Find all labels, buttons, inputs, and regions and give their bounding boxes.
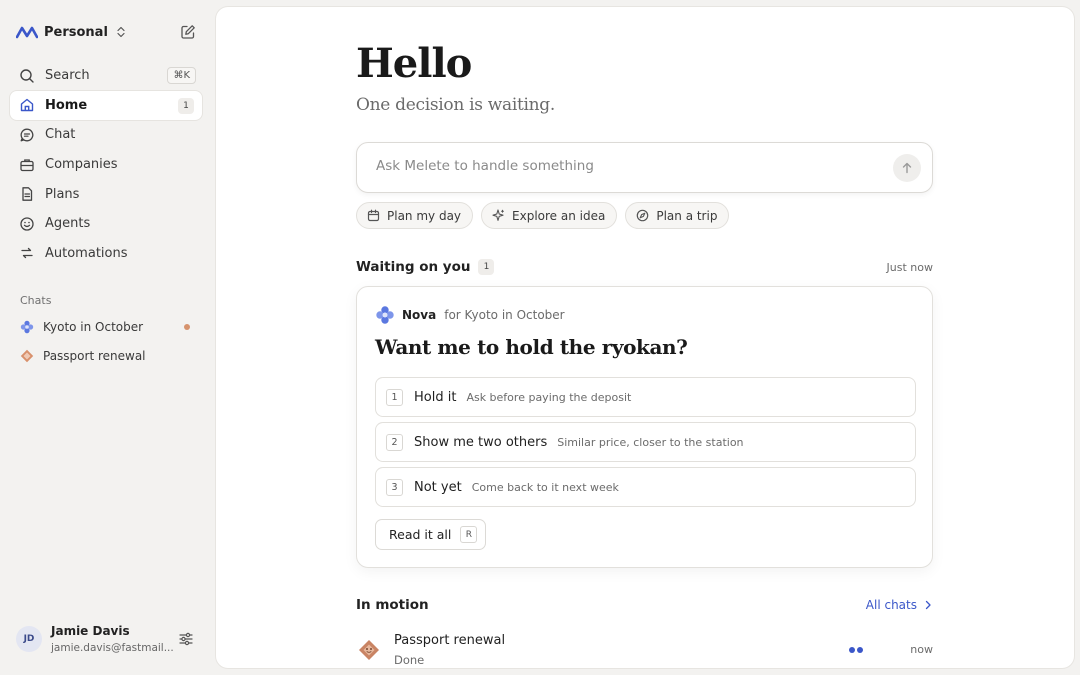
card-meta: Nova for Kyoto in October	[375, 305, 565, 325]
nav-item-label: Agents	[45, 216, 91, 232]
chevron-right-icon	[925, 600, 931, 610]
motion-row-passport[interactable]: Passport renewal Done now	[356, 631, 933, 667]
waiting-count-badge: 1	[478, 259, 495, 275]
decision-options: 1 Hold it Ask before paying the deposit …	[375, 377, 916, 512]
nav-item-label: Companies	[45, 157, 118, 173]
nova-agent-icon	[20, 320, 34, 333]
decision-card: Nova for Kyoto in October Want me to hol…	[356, 286, 933, 568]
option-label: Not yet	[414, 479, 462, 495]
chevron-up-down-icon	[117, 26, 125, 38]
chip-plan-a-trip[interactable]: Plan a trip	[625, 202, 730, 229]
nav-item-label: Chat	[45, 127, 76, 143]
chat-item-label: Kyoto in October	[43, 319, 144, 334]
nav-item-chat[interactable]: Chat	[10, 120, 202, 150]
search-icon	[20, 69, 34, 83]
card-question: Want me to hold the ryokan?	[375, 335, 688, 359]
nav-item-companies[interactable]: Companies	[10, 150, 202, 180]
in-motion-header: In motion All chats	[356, 596, 933, 614]
chip-plan-my-day[interactable]: Plan my day	[356, 202, 474, 229]
home-badge: 1	[178, 97, 194, 114]
nav-item-automations[interactable]: Automations	[10, 239, 202, 269]
card-agent-name: Nova	[402, 308, 437, 322]
profile-email: jamie.davis@fastmail...	[51, 642, 174, 654]
sidebar: Personal Search ⌘K Home 1 Chat Companies…	[0, 0, 216, 675]
home-icon	[20, 99, 34, 112]
motion-timestamp: now	[910, 643, 933, 656]
option-not-yet[interactable]: 3 Not yet Come back to it next week	[375, 467, 916, 507]
read-shortcut: R	[460, 526, 478, 543]
ask-box	[356, 142, 933, 193]
chip-label: Plan a trip	[656, 208, 718, 223]
motion-status: Done	[394, 653, 425, 667]
option-label: Show me two others	[414, 434, 548, 450]
profile-text: Jamie Davis jamie.davis@fastmail...	[51, 624, 174, 654]
melete-logo-icon	[16, 26, 38, 39]
page-title: Hello	[356, 40, 472, 87]
passport-agent-icon	[359, 640, 379, 660]
waiting-header: Waiting on you 1 Just now	[356, 258, 933, 276]
option-label: Hold it	[414, 389, 457, 405]
chip-label: Explore an idea	[512, 208, 606, 223]
compose-icon[interactable]	[180, 24, 196, 40]
waiting-timestamp: Just now	[886, 260, 933, 274]
calendar-icon	[367, 209, 380, 222]
section-title: Waiting on you	[356, 259, 471, 275]
option-show-two-others[interactable]: 2 Show me two others Similar price, clos…	[375, 422, 916, 462]
main-panel: Hello One decision is waiting. Plan my d…	[216, 7, 1074, 668]
search-shortcut: ⌘K	[167, 67, 196, 84]
option-number: 2	[386, 433, 403, 451]
option-hold-it[interactable]: 1 Hold it Ask before paying the deposit	[375, 377, 916, 417]
chat-item-kyoto[interactable]: Kyoto in October	[10, 312, 202, 342]
automation-arrows-icon	[21, 248, 33, 259]
option-number: 3	[386, 478, 403, 496]
chat-item-passport[interactable]: Passport renewal	[10, 342, 202, 372]
avatar: JD	[16, 626, 42, 652]
chats-section-label: Chats	[20, 294, 52, 307]
send-button[interactable]	[893, 154, 921, 182]
passport-agent-icon	[20, 350, 34, 363]
nav-item-label: Automations	[45, 245, 128, 261]
profile-name: Jamie Davis	[51, 624, 130, 638]
chat-bubble-icon	[20, 128, 34, 142]
workspace-name: Personal	[44, 24, 108, 40]
read-it-all-button[interactable]: Read it all R	[375, 519, 487, 550]
page-subtitle: One decision is waiting.	[356, 95, 555, 115]
option-description: Ask before paying the deposit	[466, 390, 632, 404]
nav-item-plans[interactable]: Plans	[10, 179, 202, 209]
main-nav: Search ⌘K Home 1 Chat Companies Plans Ag…	[10, 61, 202, 268]
chat-item-label: Passport renewal	[43, 349, 146, 364]
nav-item-label: Plans	[45, 186, 80, 202]
all-chats-link[interactable]: All chats	[866, 598, 933, 612]
nav-item-label: Home	[45, 97, 88, 113]
sliders-icon[interactable]	[178, 631, 194, 647]
chip-label: Plan my day	[387, 208, 462, 223]
nav-item-label: Search	[45, 68, 90, 84]
smiley-icon	[20, 217, 34, 231]
option-description: Similar price, closer to the station	[557, 435, 744, 449]
read-button-label: Read it all	[389, 527, 452, 542]
suggestion-chips: Plan my day Explore an idea Plan a trip	[356, 202, 730, 229]
option-number: 1	[386, 388, 403, 406]
document-icon	[22, 187, 33, 202]
arrow-up-icon	[902, 162, 912, 174]
user-profile[interactable]: JD Jamie Davis jamie.davis@fastmail...	[16, 619, 200, 659]
nav-item-home[interactable]: Home 1	[10, 90, 202, 121]
briefcase-icon	[20, 158, 34, 171]
unread-dot	[184, 324, 190, 330]
motion-title: Passport renewal	[394, 633, 506, 648]
sparkle-icon	[492, 209, 505, 221]
activity-dots-icon	[849, 647, 863, 653]
link-label: All chats	[865, 598, 917, 612]
nav-item-search[interactable]: Search ⌘K	[10, 61, 202, 91]
card-context: for Kyoto in October	[444, 308, 565, 322]
option-description: Come back to it next week	[471, 480, 619, 494]
chat-list: Kyoto in October Passport renewal	[10, 312, 202, 371]
ask-input[interactable]	[376, 158, 876, 174]
nav-item-agents[interactable]: Agents	[10, 209, 202, 239]
section-title: In motion	[356, 597, 429, 613]
compass-icon	[637, 209, 649, 222]
chip-explore-an-idea[interactable]: Explore an idea	[481, 202, 618, 229]
workspace-switcher[interactable]: Personal	[16, 20, 196, 44]
nova-agent-icon	[376, 306, 394, 324]
